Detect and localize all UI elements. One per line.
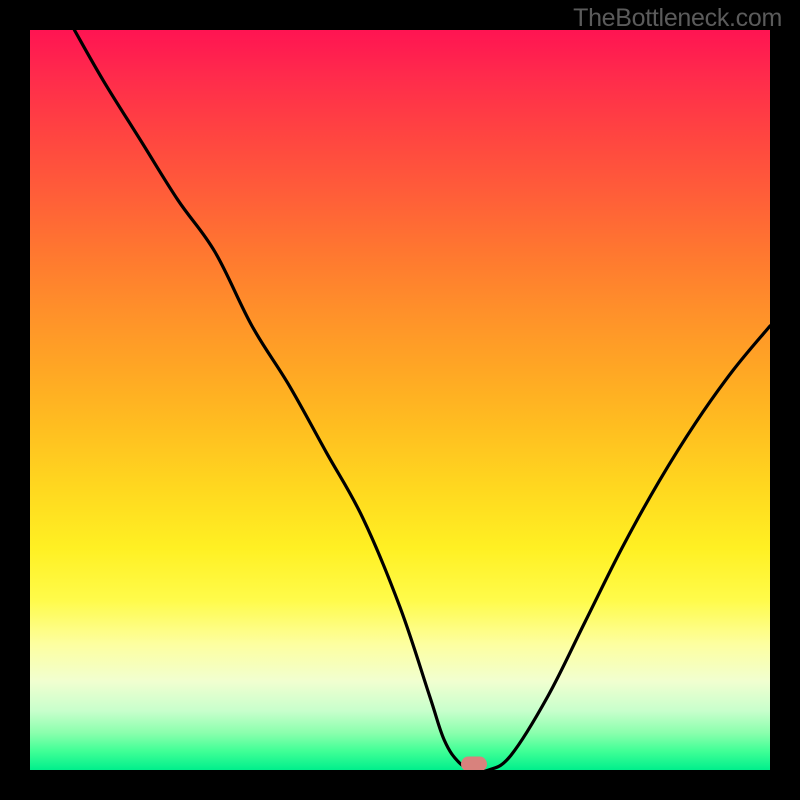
watermark-text: TheBottleneck.com	[573, 4, 782, 33]
bottleneck-curve-path	[74, 30, 770, 770]
chart-curve-svg	[30, 30, 770, 770]
optimum-marker	[461, 757, 487, 771]
chart-plot-area	[30, 30, 770, 770]
